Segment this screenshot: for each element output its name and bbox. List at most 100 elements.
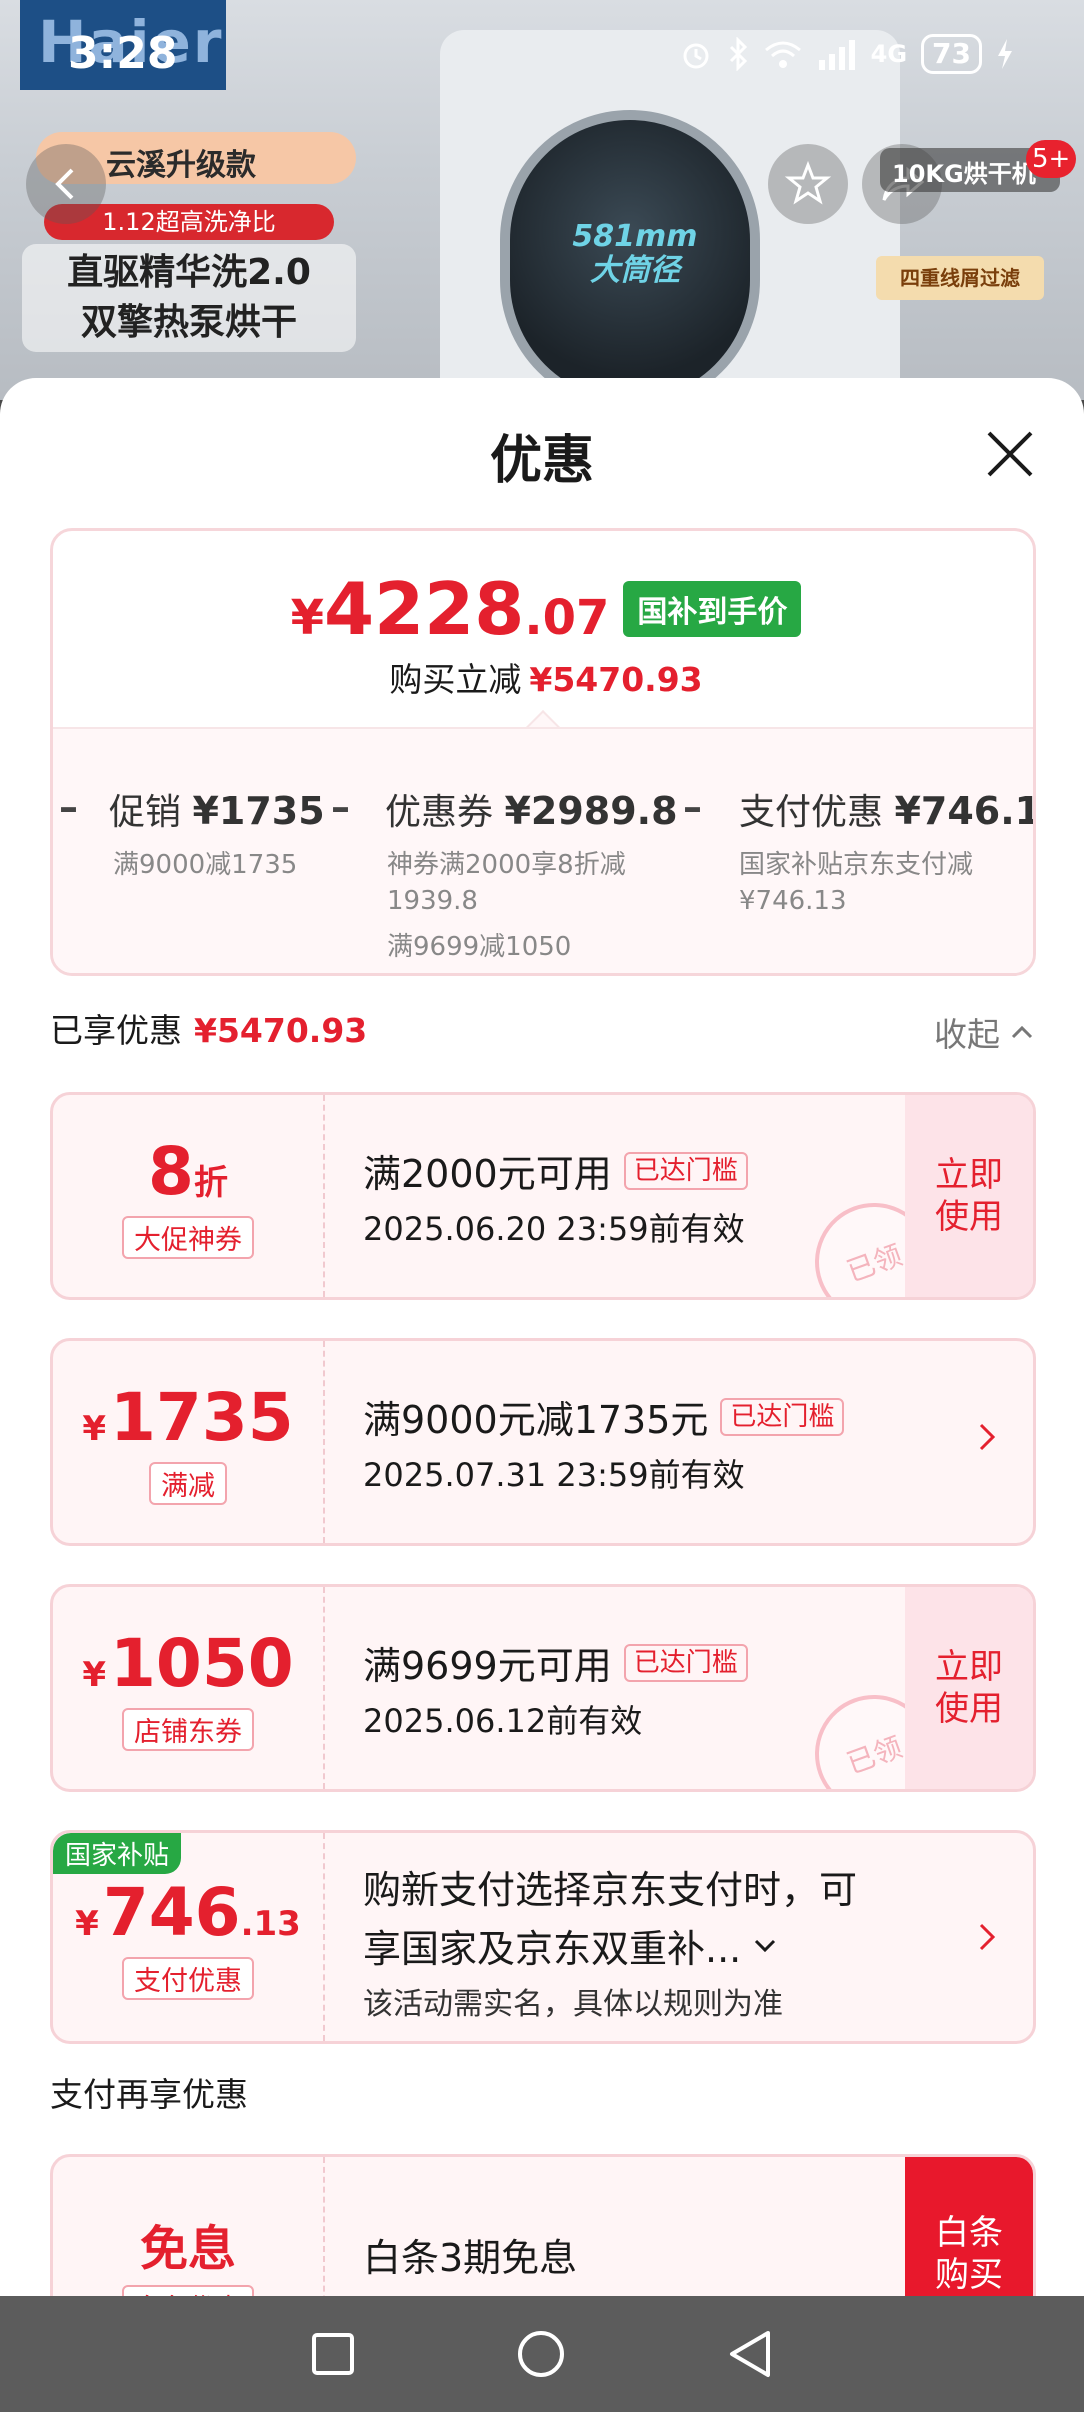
- payment-subsidy-card[interactable]: ¥746.13 支付优惠 国家补贴 购新支付选择京东支付时，可 享国家及京东双重…: [50, 1830, 1036, 2044]
- breakdown-payment-label: 支付优惠: [739, 792, 884, 833]
- discount-breakdown: – 促销 ¥1735 满9000减1735 – 优惠券 ¥2989.8 神券满2…: [53, 727, 1033, 973]
- close-button[interactable]: [978, 422, 1042, 486]
- installment-card: 免息 白条优惠 白条3期免息 白条 购买: [50, 2154, 1036, 2296]
- price-integer: 4228: [323, 567, 525, 651]
- network-type: 4G: [870, 40, 908, 68]
- star-icon: [784, 160, 832, 205]
- coupon-value-section: 免息 白条优惠: [53, 2157, 325, 2296]
- installment-title: 白条3期免息: [363, 2236, 578, 2280]
- nav-recent-icon[interactable]: [310, 2331, 356, 2377]
- subsidy-title-line-1: 购新支付选择京东支付时，可: [363, 1868, 858, 1912]
- price-summary-card: ¥ 4228 .07 国补到手价 购买立减 ¥5470.93 – 促销 ¥1735…: [50, 528, 1036, 976]
- breakdown-payment-title: 支付优惠 ¥746.13: [739, 783, 1033, 835]
- coupon-value: 8折: [148, 1133, 228, 1210]
- breakdown-coupon-detail-3: 满9699减1050: [387, 932, 572, 962]
- gov-subsidy-price-tag: 国补到手价: [623, 581, 802, 637]
- coupon-card[interactable]: ¥1735 满减 满9000元减1735元 已达门槛 2025.07.31 23:…: [50, 1338, 1036, 1546]
- cart-count-badge: 5+: [1026, 140, 1077, 178]
- feature-tag: 四重线屑过滤: [876, 256, 1044, 300]
- baitiao-buy-button[interactable]: 白条 购买: [905, 2157, 1033, 2296]
- breakdown-promo-detail: 满9000减1735: [113, 850, 298, 880]
- chevron-right-icon[interactable]: [977, 1921, 997, 1953]
- coupon-expiry: 2025.07.31 23:59前有效: [363, 1456, 745, 1494]
- coupon-value: ¥746.13: [75, 1874, 301, 1951]
- breakdown-payment-value: ¥746.13: [894, 789, 1033, 833]
- baitiao-buy-label: 白条 购买: [935, 2213, 1003, 2295]
- gov-subsidy-badge: 国家补贴: [53, 1833, 182, 1874]
- sheet-title: 优惠: [489, 431, 594, 491]
- nav-back-icon[interactable]: [726, 2329, 774, 2379]
- coupon-type-tag: 白条优惠: [122, 2285, 254, 2296]
- coupon-title: 满2000元可用: [363, 1152, 612, 1196]
- breakdown-minus: –: [683, 785, 702, 829]
- breakdown-minus: –: [59, 785, 78, 829]
- battery-level: 73: [921, 34, 982, 74]
- use-now-button[interactable]: 立即 使用: [905, 1587, 1033, 1789]
- instant-reduction: 购买立减 ¥5470.93: [53, 653, 1033, 701]
- chevron-up-icon: [1011, 1025, 1033, 1039]
- breakdown-coupon-title: 优惠券 ¥2989.8: [385, 783, 678, 835]
- use-now-label: 立即 使用: [935, 1647, 1003, 1729]
- chevron-right-icon[interactable]: [977, 1421, 997, 1453]
- threshold-reached-tag: 已达门槛: [720, 1397, 845, 1436]
- bluetooth-icon: [729, 37, 747, 71]
- breakdown-payment-detail-1: 国家补贴京东支付减: [739, 850, 974, 880]
- coupon-title: 满9699元可用: [363, 1644, 612, 1688]
- use-now-label: 立即 使用: [935, 1155, 1003, 1237]
- breakdown-coupon-value: ¥2989.8: [504, 789, 678, 833]
- breakdown-minus: –: [331, 785, 350, 829]
- charging-icon: [998, 39, 1012, 69]
- coupon-value-section: 8折 大促神券: [53, 1095, 325, 1297]
- threshold-reached-tag: 已达门槛: [623, 1643, 748, 1682]
- signal-icon: [818, 40, 855, 70]
- subsidy-note: 该活动需实名，具体以规则为准: [363, 1987, 783, 2022]
- summary-top: ¥ 4228 .07 国补到手价 购买立减 ¥5470.93: [53, 531, 1033, 727]
- coupon-currency: ¥: [82, 1409, 106, 1449]
- promo-text: 直驱精华洗2.0 双擎热泵烘干: [22, 244, 356, 352]
- price-currency: ¥: [290, 590, 324, 646]
- system-nav-bar: [0, 2296, 1084, 2412]
- breakdown-coupon-detail-2: 1939.8: [387, 886, 478, 916]
- door-size-value: 581mm: [572, 219, 698, 254]
- reduction-amount: ¥5470.93: [529, 660, 703, 699]
- nav-home-icon[interactable]: [516, 2329, 566, 2379]
- coupon-info: 满9000元减1735元 已达门槛 2025.07.31 23:59前有效: [363, 1389, 923, 1496]
- reduction-label: 购买立减: [389, 660, 522, 699]
- coupon-type-tag: 支付优惠: [122, 1957, 254, 2000]
- coupon-info: 白条3期免息: [363, 2227, 923, 2282]
- favorite-button[interactable]: [768, 144, 848, 224]
- coupon-amount: 1050: [109, 1625, 294, 1702]
- alarm-icon: [683, 43, 709, 69]
- discount-sheet: 优惠 ¥ 4228 .07 国补到手价 购买立减 ¥5470.93 – 促销 ¥1…: [0, 378, 1084, 2296]
- use-now-button[interactable]: 立即 使用: [905, 1095, 1033, 1297]
- coupon-currency: ¥: [82, 1655, 106, 1695]
- coupon-value: ¥1050: [82, 1625, 293, 1702]
- final-price-row: ¥ 4228 .07 国补到手价: [53, 567, 1033, 651]
- back-icon: [55, 168, 74, 200]
- coupon-amount: 746: [102, 1874, 241, 1951]
- coupon-discount: 8: [148, 1133, 194, 1210]
- final-price: ¥ 4228 .07: [291, 567, 610, 651]
- coupon-currency: ¥: [75, 1904, 99, 1944]
- coupon-info: 购新支付选择京东支付时，可 享国家及京东双重补... 该活动需实名，具体以规则为…: [363, 1859, 943, 2023]
- chevron-down-icon[interactable]: [753, 1938, 777, 1954]
- coupon-value: 免息: [140, 2209, 236, 2279]
- coupon-type-tag: 店铺东券: [122, 1708, 254, 1751]
- coupon-card: ¥1050 店铺东券 满9699元可用 已达门槛 2025.06.12前有效 已领…: [50, 1584, 1036, 1792]
- breakdown-promo-label: 促销: [109, 792, 182, 833]
- coupon-value-section: ¥1050 店铺东券: [53, 1587, 325, 1789]
- status-bar: 3:28 4G 73: [0, 0, 1084, 110]
- subsidy-title-line-2-row[interactable]: 享国家及京东双重补...: [363, 1918, 943, 1973]
- coupon-amount: 1735: [109, 1379, 294, 1456]
- breakdown-promo-title: 促销 ¥1735: [109, 783, 325, 835]
- enjoyed-discount: 已享优惠 ¥5470.93: [50, 1004, 367, 1052]
- coupon-type-tag: 大促神券: [122, 1216, 254, 1259]
- enjoyed-label: 已享优惠: [50, 1011, 182, 1050]
- back-button[interactable]: [26, 144, 106, 224]
- status-icons: 4G 73: [679, 34, 1014, 74]
- collapse-button[interactable]: 收起: [934, 1008, 1034, 1056]
- coupon-type-tag: 满减: [149, 1462, 227, 1505]
- coupon-amount-decimal: .13: [240, 1904, 301, 1944]
- subsidy-title-line-2: 享国家及京东双重补...: [363, 1927, 742, 1971]
- price-decimal: .07: [524, 590, 610, 646]
